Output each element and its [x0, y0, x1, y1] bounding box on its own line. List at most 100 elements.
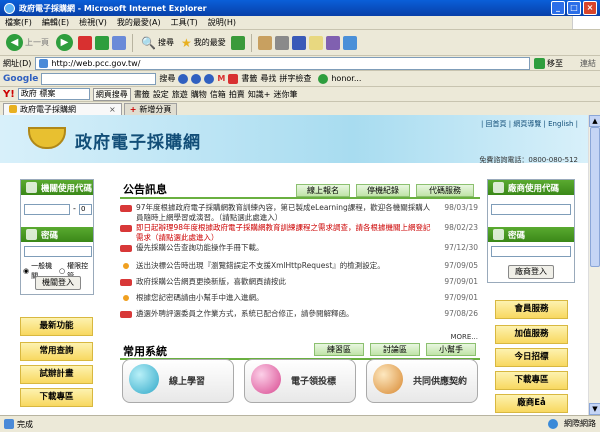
top-links[interactable]: | 回首頁 | 網頁導覽 | English |: [481, 119, 578, 129]
news-item-text[interactable]: 遴選外聘評選委員之作業方式，系統已配合修正，請參閱解釋函。: [136, 309, 436, 319]
forward-button[interactable]: ▶: [54, 34, 75, 51]
yb-shopping[interactable]: 購物: [191, 89, 207, 100]
agency-code-suffix-input[interactable]: 0: [79, 204, 92, 215]
right-nav-today-tender[interactable]: 今日招標: [495, 348, 568, 367]
gmail-icon[interactable]: M: [217, 74, 225, 83]
yb-mini[interactable]: 迷你筆: [274, 89, 298, 100]
search-button[interactable]: 🔍 搜尋: [139, 36, 176, 50]
radio-control[interactable]: ○: [59, 267, 65, 275]
left-nav-pilot[interactable]: 試辦計畫: [20, 365, 93, 384]
agency-login-button[interactable]: 機關登入: [35, 276, 81, 290]
tab-new[interactable]: + 新增分頁: [123, 102, 178, 115]
systems-btn-practice[interactable]: 練習區: [314, 343, 364, 356]
google-icon[interactable]: [178, 73, 189, 84]
news-item[interactable]: 送出決標公告時出現『瀏覽錯誤定不支援XmlHttpRequest』的檢測設定。 9…: [120, 261, 480, 271]
right-nav-member[interactable]: 會員服務: [495, 300, 568, 319]
menu-view[interactable]: 檢視(V): [74, 17, 112, 28]
news-item[interactable]: 遴選外聘評選委員之作業方式，系統已配合修正，請參閱解釋函。 97/08/26: [120, 309, 480, 319]
word-icon[interactable]: [291, 35, 306, 50]
news-item-text[interactable]: 根據您記密碼請由小幫手中進入進網。: [136, 293, 436, 303]
yahoo-search-input[interactable]: 政府 標案: [17, 88, 90, 100]
scroll-down-icon[interactable]: ▼: [589, 403, 600, 415]
systems-btn-helper[interactable]: 小幫手: [426, 343, 476, 356]
system-joint-contract[interactable]: 共同供應契約: [366, 359, 478, 403]
right-nav-vendor-e[interactable]: 廠商Eå: [495, 394, 568, 413]
radio-general[interactable]: ◉: [23, 267, 29, 275]
google-icon[interactable]: [191, 73, 202, 84]
gb-find[interactable]: 尋找: [260, 73, 276, 84]
yb-mail[interactable]: 信箱: [210, 89, 226, 100]
systems-btn-forum[interactable]: 討論區: [370, 343, 420, 356]
refresh-icon[interactable]: [95, 35, 109, 50]
google-search-input[interactable]: [41, 72, 157, 85]
vendor-password-input[interactable]: [491, 246, 571, 257]
news-item[interactable]: 97年度根據政府電子採購網教育訓練內容，第已製成eLearning課程，歡迎各機…: [120, 203, 480, 223]
links-label[interactable]: 連結: [580, 58, 596, 69]
system-elearning[interactable]: 線上學習: [122, 359, 234, 403]
notes-icon[interactable]: [308, 35, 323, 50]
home-icon[interactable]: [112, 35, 126, 50]
vertical-scrollbar[interactable]: ▲ ▼: [588, 115, 600, 415]
mail-icon[interactable]: [257, 35, 272, 50]
history-icon[interactable]: [230, 35, 245, 50]
news-btn-downtime[interactable]: 停機紀錄: [356, 184, 410, 197]
news-btn-code-service[interactable]: 代碼服務: [416, 184, 474, 197]
favorites-label: 我的最愛: [193, 38, 226, 47]
menu-file[interactable]: 檔案(F): [0, 17, 37, 28]
yb-auction[interactable]: 拍賣: [229, 89, 245, 100]
menu-help[interactable]: 說明(H): [203, 17, 241, 28]
news-item[interactable]: 即日起辦理98年度根據政府電子採購網教育訓練課程之需求調查，請各根據機關上網登記…: [120, 223, 480, 243]
right-nav-value-added[interactable]: 加值服務: [495, 325, 568, 344]
yb-bookmarks[interactable]: 書籤: [134, 89, 150, 100]
left-nav-query[interactable]: 常用查詢: [20, 342, 93, 361]
favorites-button[interactable]: ★ 我的最愛: [179, 36, 228, 50]
menu-tools[interactable]: 工具(T): [166, 17, 203, 28]
internet-zone-icon: [548, 418, 558, 429]
news-item-text[interactable]: 送出決標公告時出現『瀏覽錯誤定不支援XmlHttpRequest』的檢測設定。: [136, 261, 436, 271]
news-item-text[interactable]: 優先採購公告查詢功能操作手冊下載。: [136, 243, 436, 253]
agency-password-input[interactable]: [24, 246, 92, 257]
right-nav-download[interactable]: 下載專區: [495, 371, 568, 390]
news-item-text[interactable]: 97年度根據政府電子採購網教育訓練內容，第已製成eLearning課程，歡迎各機…: [136, 203, 436, 223]
yb-travel[interactable]: 旅遊: [172, 89, 188, 100]
left-nav-download[interactable]: 下載專區: [20, 388, 93, 407]
code-suffix-value: 0: [81, 205, 86, 213]
google-search-button[interactable]: 搜尋: [159, 73, 175, 84]
left-nav-latest[interactable]: 最新功能: [20, 317, 93, 336]
maximize-button[interactable]: □: [567, 1, 581, 15]
close-button[interactable]: ×: [583, 1, 597, 15]
menu-favorites[interactable]: 我的最愛(A): [112, 17, 166, 28]
yb-settings[interactable]: 設定: [153, 89, 169, 100]
scroll-thumb[interactable]: [590, 127, 600, 267]
news-item-text[interactable]: 政府採購公告網頁更換新版，喜歡網頁請按此: [136, 277, 436, 287]
tab-active[interactable]: 政府電子採購網 ×: [3, 102, 122, 115]
gb-spell[interactable]: 拼字檢查: [279, 73, 311, 84]
menu-edit[interactable]: 編輯(E): [37, 17, 74, 28]
vendor-code-input[interactable]: [491, 204, 571, 215]
news-item-text[interactable]: 即日起辦理98年度根據政府電子採購網教育訓練課程之需求調查，請各根據機關上網登記…: [136, 223, 436, 243]
news-item[interactable]: 政府採購公告網頁更換新版，喜歡網頁請按此 97/09/01: [120, 277, 480, 287]
address-label: 網址(D): [3, 58, 32, 68]
news-item[interactable]: 優先採購公告查詢功能操作手冊下載。 97/12/30: [120, 243, 480, 253]
news-item[interactable]: 根據您記密碼請由小幫手中進入進網。 97/09/01: [120, 293, 480, 303]
bookmark-plus-icon[interactable]: [228, 73, 239, 84]
messenger-icon[interactable]: [325, 35, 340, 50]
scroll-up-icon[interactable]: ▲: [589, 115, 600, 127]
minimize-button[interactable]: _: [551, 1, 565, 15]
vendor-login-button[interactable]: 廠商登入: [508, 265, 554, 279]
back-button[interactable]: ◀ 上一頁: [4, 34, 51, 51]
tab-close-icon[interactable]: ×: [109, 105, 116, 114]
go-button[interactable]: 移至: [534, 57, 580, 69]
agency-code-input[interactable]: [24, 204, 70, 215]
print-icon[interactable]: [274, 35, 289, 50]
gb-account[interactable]: honor...: [331, 74, 361, 83]
gb-bookmarks[interactable]: 書籤: [241, 73, 257, 84]
research-icon[interactable]: [342, 35, 357, 50]
yb-knowledge[interactable]: 知識+: [248, 89, 271, 100]
stop-icon[interactable]: [78, 35, 92, 50]
google-icon[interactable]: [204, 73, 215, 84]
news-btn-register[interactable]: 線上報名: [296, 184, 350, 197]
system-e-bid[interactable]: 電子領投標: [244, 359, 356, 403]
yb-web-search[interactable]: 網頁搜尋: [92, 87, 131, 101]
address-input[interactable]: http://web.pcc.gov.tw/: [35, 56, 530, 70]
